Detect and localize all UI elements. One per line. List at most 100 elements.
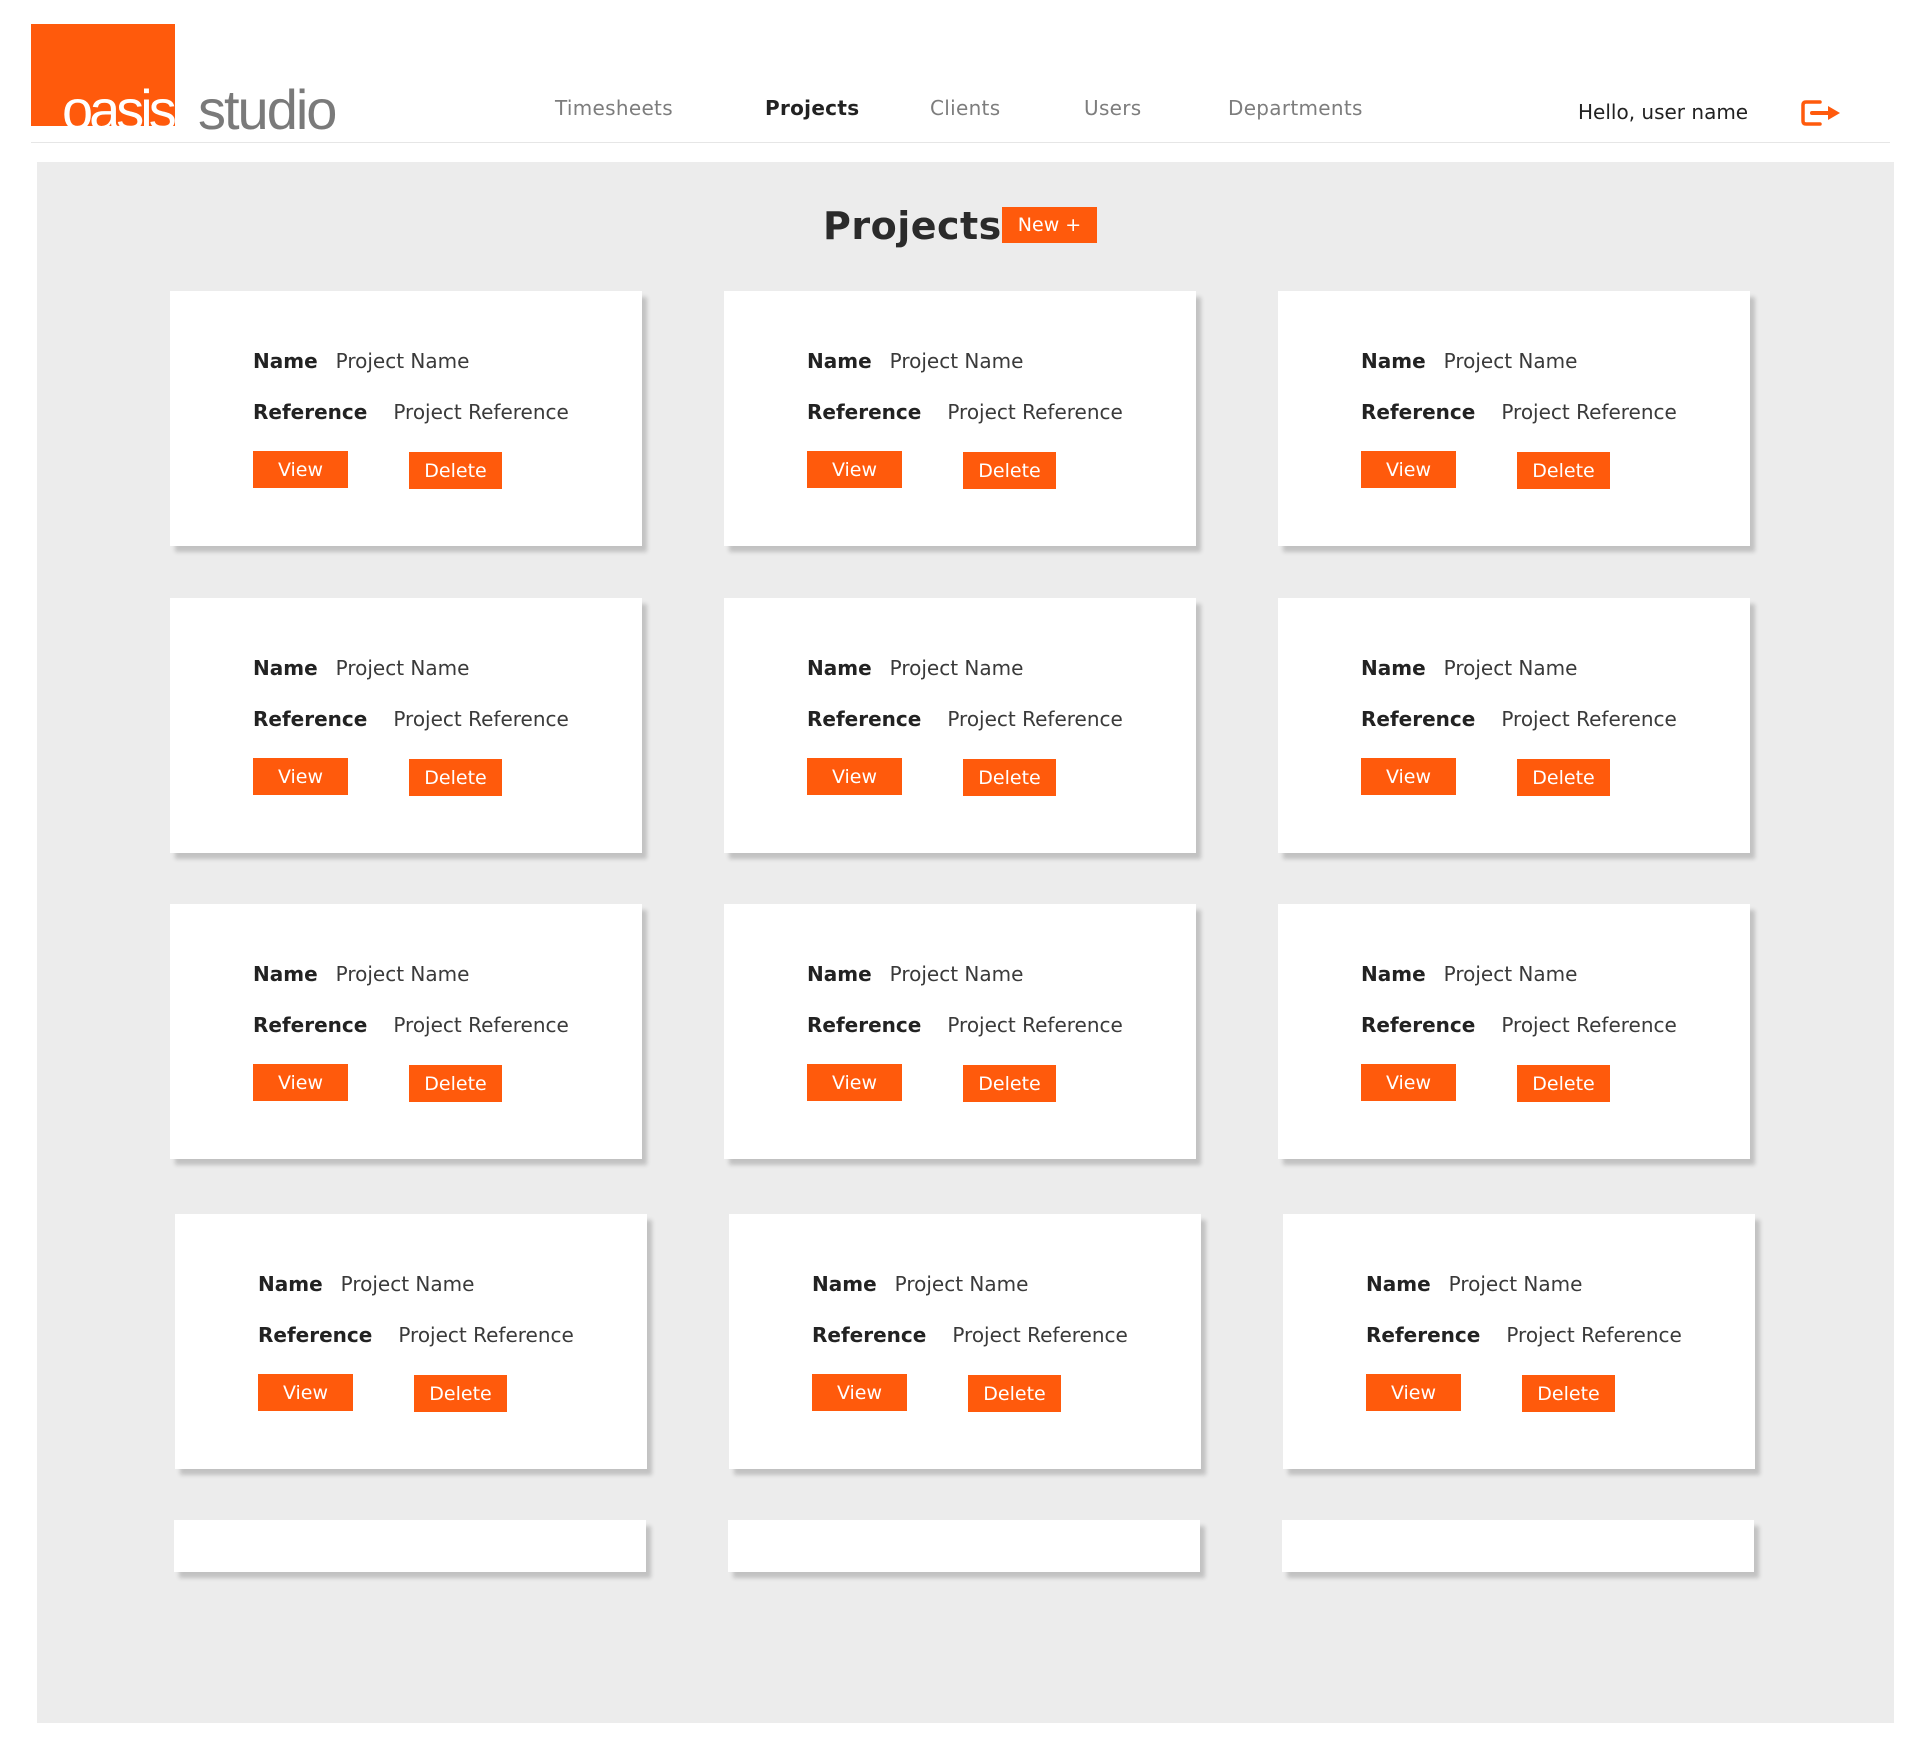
project-card-partial [728,1520,1200,1572]
delete-button[interactable]: Delete [1522,1375,1615,1412]
project-card: Name Project Name Reference Project Refere… [724,598,1196,853]
reference-label: Reference [812,1323,927,1347]
name-label: Name [253,962,318,986]
reference-label: Reference [807,400,922,424]
nav-item-clients[interactable]: Clients [930,96,1000,120]
view-button[interactable]: View [812,1374,907,1411]
project-card: Name Project Name Reference Project Refere… [1283,1214,1755,1469]
reference-label: Reference [1361,1013,1476,1037]
name-label: Name [258,1272,323,1296]
project-name: Project Name [335,656,470,680]
delete-button[interactable]: Delete [968,1375,1061,1412]
view-button[interactable]: View [1361,1064,1456,1101]
project-name: Project Name [1443,656,1578,680]
project-name: Project Name [894,1272,1029,1296]
reference-label: Reference [253,1013,368,1037]
delete-button[interactable]: Delete [409,1065,502,1102]
reference-row: Reference Project Reference [253,400,569,424]
nav-item-departments[interactable]: Departments [1228,96,1363,120]
project-card: Name Project Name Reference Project Refere… [1278,904,1750,1159]
name-label: Name [1361,656,1426,680]
project-name: Project Name [889,349,1024,373]
project-reference: Project Reference [1501,1013,1677,1037]
name-label: Name [1366,1272,1431,1296]
name-label: Name [807,962,872,986]
name-row: Name Project Name [807,349,1023,373]
project-name: Project Name [1448,1272,1583,1296]
reference-row: Reference Project Reference [253,707,569,731]
nav-item-projects[interactable]: Projects [765,96,859,120]
project-card: Name Project Name Reference Project Refere… [724,291,1196,546]
delete-button[interactable]: Delete [414,1375,507,1412]
project-card-partial [1282,1520,1754,1572]
reference-label: Reference [807,707,922,731]
project-card: Name Project Name Reference Project Refere… [724,904,1196,1159]
delete-button[interactable]: Delete [1517,759,1610,796]
name-row: Name Project Name [1361,656,1577,680]
delete-button[interactable]: Delete [963,759,1056,796]
reference-row: Reference Project Reference [1361,1013,1677,1037]
project-card: Name Project Name Reference Project Refere… [729,1214,1201,1469]
project-reference: Project Reference [952,1323,1128,1347]
name-row: Name Project Name [258,1272,474,1296]
project-reference: Project Reference [1501,707,1677,731]
reference-row: Reference Project Reference [812,1323,1128,1347]
project-reference: Project Reference [947,400,1123,424]
reference-row: Reference Project Reference [1361,707,1677,731]
view-button[interactable]: View [1361,451,1456,488]
name-row: Name Project Name [807,656,1023,680]
name-row: Name Project Name [253,962,469,986]
name-row: Name Project Name [253,349,469,373]
delete-button[interactable]: Delete [409,452,502,489]
project-name: Project Name [340,1272,475,1296]
name-label: Name [812,1272,877,1296]
name-label: Name [807,656,872,680]
view-button[interactable]: View [253,758,348,795]
header-divider [31,142,1890,143]
nav-item-users[interactable]: Users [1084,96,1142,120]
project-reference: Project Reference [1501,400,1677,424]
nav-item-timesheets[interactable]: Timesheets [555,96,673,120]
reference-row: Reference Project Reference [253,1013,569,1037]
reference-row: Reference Project Reference [258,1323,574,1347]
name-label: Name [253,349,318,373]
project-card: Name Project Name Reference Project Refere… [1278,598,1750,853]
logo-word-studio: studio [198,78,337,141]
project-reference: Project Reference [393,1013,569,1037]
delete-button[interactable]: Delete [963,452,1056,489]
project-reference: Project Reference [947,707,1123,731]
delete-button[interactable]: Delete [409,759,502,796]
project-reference: Project Reference [398,1323,574,1347]
project-reference: Project Reference [947,1013,1123,1037]
view-button[interactable]: View [1361,758,1456,795]
view-button[interactable]: View [1366,1374,1461,1411]
page-title: Projects [823,204,1002,248]
delete-button[interactable]: Delete [1517,1065,1610,1102]
view-button[interactable]: View [258,1374,353,1411]
project-card: Name Project Name Reference Project Refere… [175,1214,647,1469]
reference-row: Reference Project Reference [807,400,1123,424]
logout-icon[interactable] [1800,98,1844,128]
view-button[interactable]: View [807,451,902,488]
reference-label: Reference [258,1323,373,1347]
delete-button[interactable]: Delete [1517,452,1610,489]
view-button[interactable]: View [253,1064,348,1101]
name-row: Name Project Name [807,962,1023,986]
name-row: Name Project Name [1361,962,1577,986]
view-button[interactable]: View [807,1064,902,1101]
project-name: Project Name [335,349,470,373]
reference-row: Reference Project Reference [807,1013,1123,1037]
name-label: Name [1361,962,1426,986]
reference-row: Reference Project Reference [1366,1323,1682,1347]
reference-label: Reference [1361,707,1476,731]
view-button[interactable]: View [807,758,902,795]
projects-panel: Projects New + Name Project Name Referenc… [37,162,1894,1723]
name-row: Name Project Name [253,656,469,680]
new-project-button[interactable]: New + [1002,207,1097,243]
project-name: Project Name [889,962,1024,986]
reference-row: Reference Project Reference [1361,400,1677,424]
project-reference: Project Reference [393,400,569,424]
reference-label: Reference [807,1013,922,1037]
view-button[interactable]: View [253,451,348,488]
delete-button[interactable]: Delete [963,1065,1056,1102]
